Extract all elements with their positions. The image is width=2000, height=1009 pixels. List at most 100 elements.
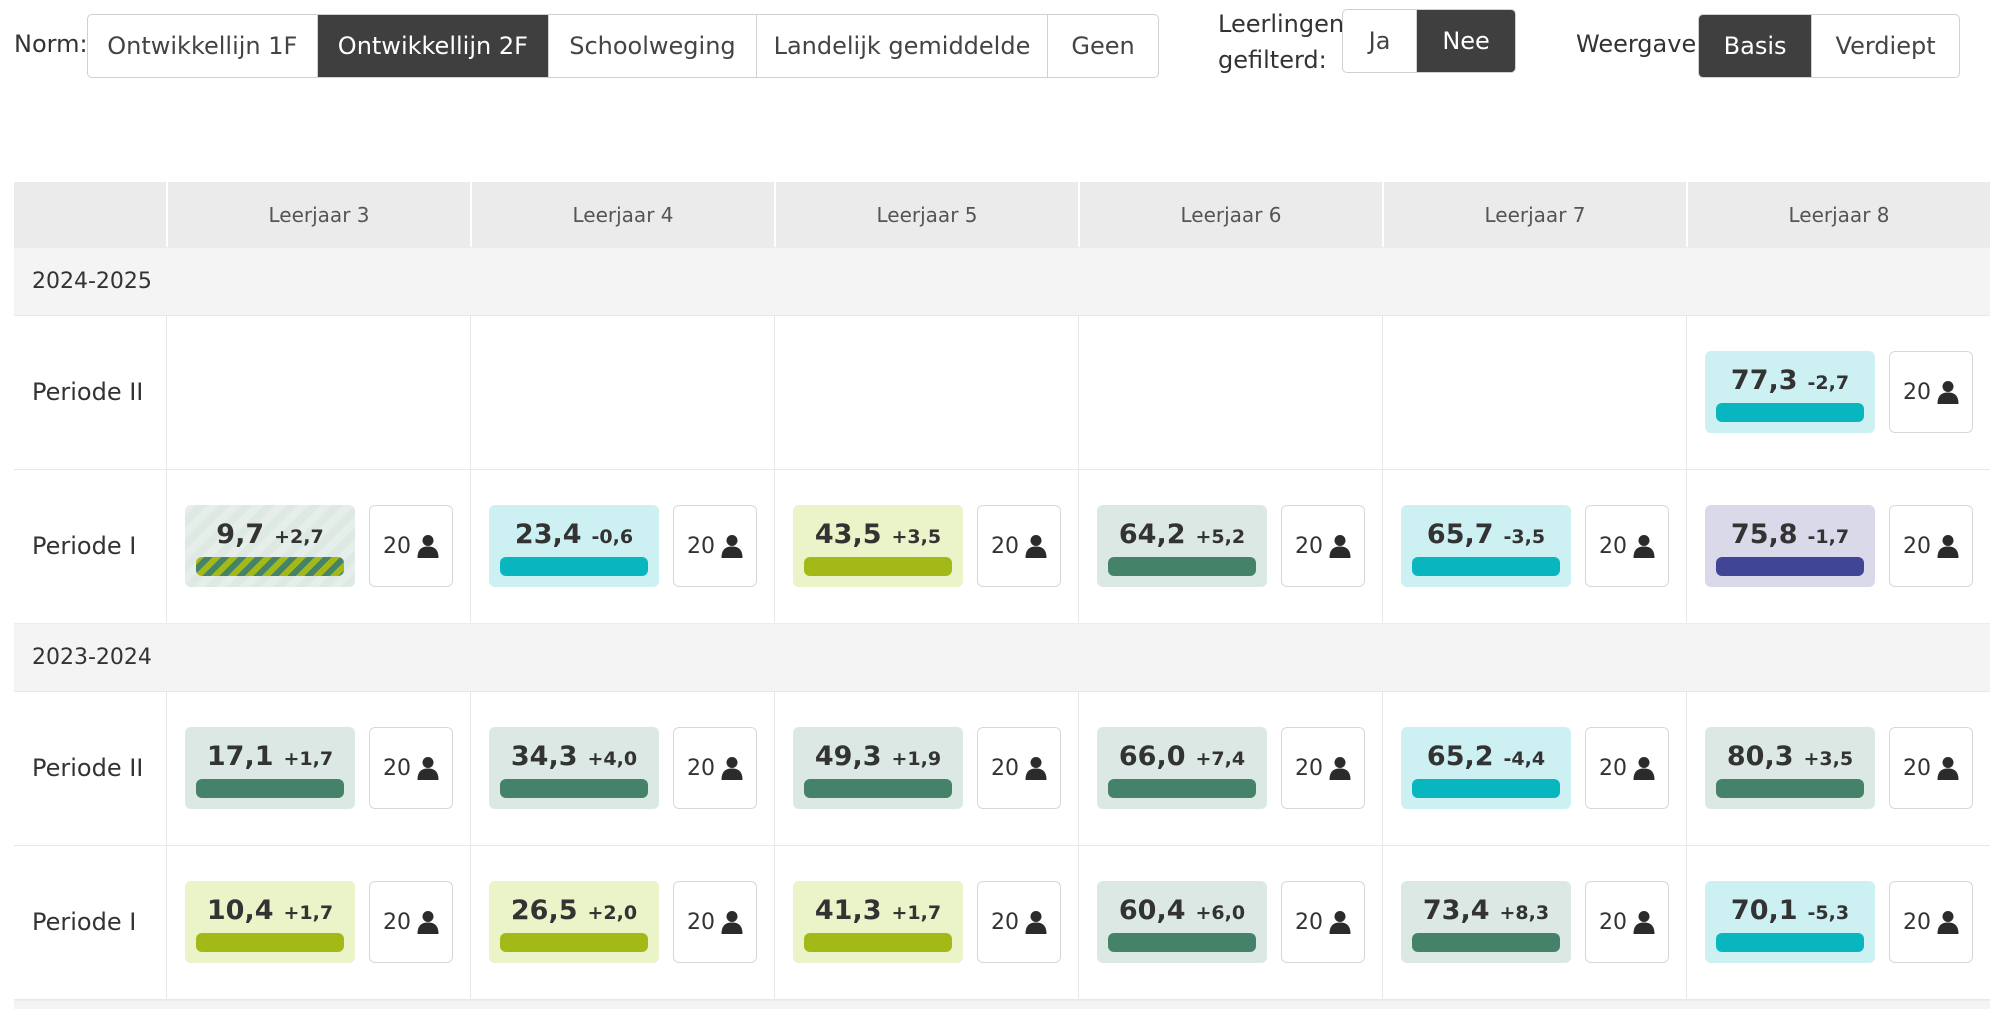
score-card[interactable]: 73,4 +8,3 (1401, 881, 1571, 963)
student-count-button[interactable]: 20 (369, 881, 453, 963)
student-count-button[interactable]: 20 (1889, 881, 1973, 963)
column-header-leerjaar-3: Leerjaar 3 (166, 182, 470, 247)
score-value: 23,4 (514, 519, 582, 550)
weergave-option-basis[interactable]: Basis (1699, 15, 1813, 77)
person-icon (721, 534, 743, 558)
score-card[interactable]: 43,5 +3,5 (793, 505, 963, 587)
score-card[interactable]: 23,4 -0,6 (489, 505, 659, 587)
score-delta: +2,7 (274, 526, 324, 548)
student-count-button[interactable]: 20 (1281, 881, 1365, 963)
score-card[interactable]: 70,1 -5,3 (1705, 881, 1875, 963)
score-card[interactable]: 9,7 +2,7 (185, 505, 355, 587)
score-values: 34,3 +4,0 (489, 741, 659, 772)
student-count-button[interactable]: 20 (673, 505, 757, 587)
score-values: 66,0 +7,4 (1097, 741, 1267, 772)
score-delta: +1,7 (283, 902, 334, 924)
column-divider (774, 469, 775, 623)
score-delta: +2,0 (587, 902, 638, 924)
column-header-leerjaar-7: Leerjaar 7 (1382, 182, 1686, 247)
score-card[interactable]: 49,3 +1,9 (793, 727, 963, 809)
score-card[interactable]: 41,3 +1,7 (793, 881, 963, 963)
leerlingen-option-nee[interactable]: Nee (1417, 10, 1515, 72)
leerlingen-gefilterd-selector: Ja Nee (1342, 9, 1516, 73)
student-count-button[interactable]: 20 (1585, 881, 1669, 963)
score-delta: +3,5 (891, 526, 942, 548)
person-icon (1025, 534, 1047, 558)
person-icon (417, 756, 439, 780)
score-delta: -5,3 (1807, 902, 1850, 924)
norm-selector: Ontwikkellijn 1F Ontwikkellijn 2F Schoolwe… (87, 14, 1159, 78)
score-values: 10,4 +1,7 (185, 895, 355, 926)
score-value: 34,3 (510, 741, 578, 772)
score-card[interactable]: 10,4 +1,7 (185, 881, 355, 963)
column-divider (1686, 315, 1687, 469)
person-icon (417, 910, 439, 934)
period-label-periode-ii: Periode II (32, 378, 144, 406)
score-card[interactable]: 80,3 +3,5 (1705, 727, 1875, 809)
norm-option-landelijk-gemiddelde[interactable]: Landelijk gemiddelde (757, 15, 1049, 77)
weergave-selector: Basis Verdiept (1698, 14, 1960, 78)
student-count: 20 (1599, 755, 1627, 781)
student-count-button[interactable]: 20 (1585, 505, 1669, 587)
score-card[interactable]: 26,5 +2,0 (489, 881, 659, 963)
score-values: 75,8 -1,7 (1705, 519, 1875, 550)
score-values: 70,1 -5,3 (1705, 895, 1875, 926)
student-count: 20 (1295, 755, 1323, 781)
score-delta: +5,2 (1195, 526, 1246, 548)
score-values: 49,3 +1,9 (793, 741, 963, 772)
score-card[interactable]: 77,3 -2,7 (1705, 351, 1875, 433)
row-divider (14, 315, 1990, 316)
score-bar (196, 933, 344, 952)
student-count-button[interactable]: 20 (977, 881, 1061, 963)
score-card[interactable]: 75,8 -1,7 (1705, 505, 1875, 587)
student-count-button[interactable]: 20 (673, 881, 757, 963)
student-count: 20 (383, 755, 411, 781)
score-values: 65,7 -3,5 (1401, 519, 1571, 550)
student-count-button[interactable]: 20 (369, 727, 453, 809)
score-value: 80,3 (1726, 741, 1794, 772)
score-card[interactable]: 65,2 -4,4 (1401, 727, 1571, 809)
score-bar (500, 557, 648, 576)
score-value: 65,2 (1426, 741, 1494, 772)
person-icon (1633, 910, 1655, 934)
student-count-button[interactable]: 20 (673, 727, 757, 809)
student-count-button[interactable]: 20 (977, 727, 1061, 809)
score-card[interactable]: 64,2 +5,2 (1097, 505, 1267, 587)
norm-option-ontwikkellijn-2f[interactable]: Ontwikkellijn 2F (317, 15, 550, 77)
student-count-button[interactable]: 20 (1889, 727, 1973, 809)
person-icon (721, 756, 743, 780)
score-values: 9,7 +2,7 (185, 519, 355, 550)
student-count-button[interactable]: 20 (1889, 351, 1973, 433)
score-card[interactable]: 65,7 -3,5 (1401, 505, 1571, 587)
period-label-periode-i: Periode I (32, 532, 137, 560)
student-count-button[interactable]: 20 (1585, 727, 1669, 809)
student-count-button[interactable]: 20 (369, 505, 453, 587)
leerlingen-option-ja[interactable]: Ja (1343, 10, 1418, 72)
person-icon (721, 910, 743, 934)
student-count-button[interactable]: 20 (977, 505, 1061, 587)
person-icon (1937, 756, 1959, 780)
score-delta: +6,0 (1195, 902, 1246, 924)
student-count-button[interactable]: 20 (1889, 505, 1973, 587)
person-icon (1329, 534, 1351, 558)
column-header-leerjaar-6: Leerjaar 6 (1078, 182, 1382, 247)
norm-option-geen[interactable]: Geen (1048, 15, 1158, 77)
person-icon (1025, 910, 1047, 934)
score-delta: +1,9 (891, 748, 942, 770)
norm-option-ontwikkellijn-1f[interactable]: Ontwikkellijn 1F (88, 15, 318, 77)
column-divider (1078, 315, 1079, 469)
score-card[interactable]: 17,1 +1,7 (185, 727, 355, 809)
weergave-option-verdiept[interactable]: Verdiept (1812, 15, 1959, 77)
column-divider (1078, 469, 1079, 623)
score-bar (1716, 403, 1864, 422)
norm-option-schoolweging[interactable]: Schoolweging (549, 15, 757, 77)
column-divider (1078, 691, 1079, 845)
student-count: 20 (991, 755, 1019, 781)
column-divider (166, 315, 167, 469)
score-card[interactable]: 66,0 +7,4 (1097, 727, 1267, 809)
score-card[interactable]: 34,3 +4,0 (489, 727, 659, 809)
score-card[interactable]: 60,4 +6,0 (1097, 881, 1267, 963)
student-count-button[interactable]: 20 (1281, 505, 1365, 587)
student-count-button[interactable]: 20 (1281, 727, 1365, 809)
student-count: 20 (383, 533, 411, 559)
